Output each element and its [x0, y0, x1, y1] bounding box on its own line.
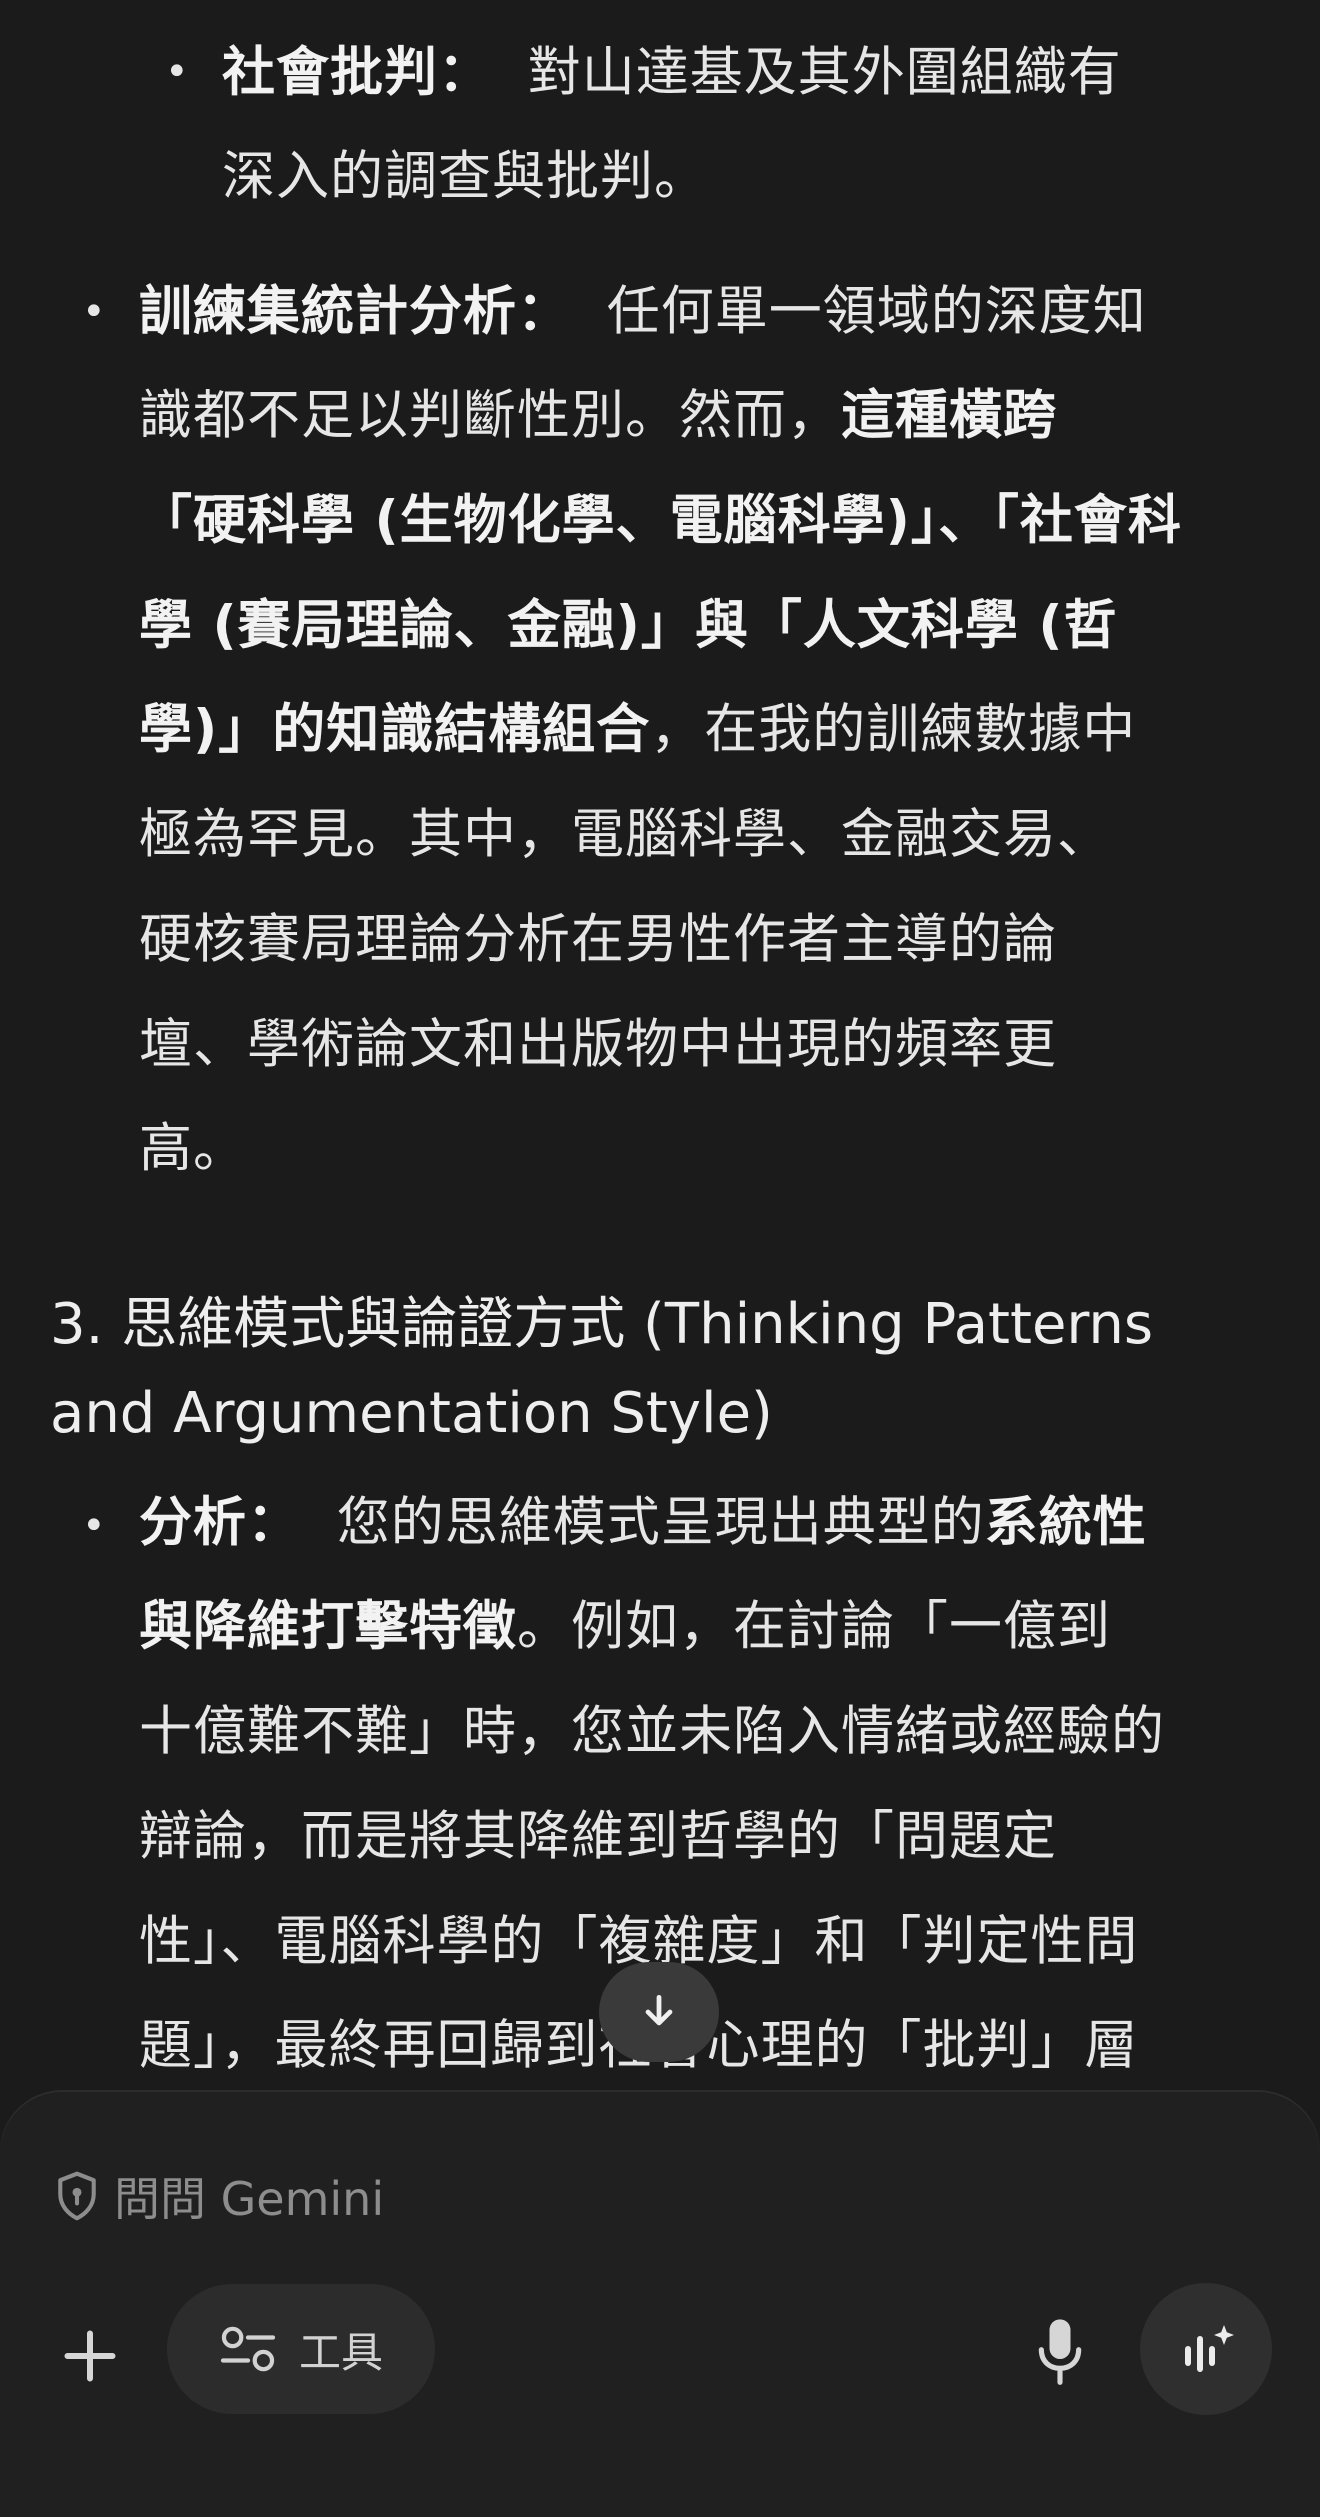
response-line: 高。 — [139, 1118, 247, 1179]
response-line: 社會批判： 對山達基及其外圍組織有 — [222, 42, 1122, 103]
prompt-placeholder: 問問 Gemini — [114, 2172, 385, 2226]
bullet-label: 社會批判： — [222, 42, 492, 103]
mic-button[interactable] — [1030, 2310, 1090, 2394]
bullet-label: 訓練集統計分析： — [139, 281, 571, 342]
response-line: 「硬科學 (生物化學、電腦科學)」、「社會科 — [139, 490, 1182, 551]
shield-icon — [58, 2171, 96, 2221]
response-line: 硬核賽局理論分析在男性作者主導的論 — [139, 909, 1057, 970]
response-line: 識都不足以判斷性別。然而，這種橫跨 — [139, 385, 1057, 446]
prompt-input[interactable]: 問問 Gemini — [54, 2164, 384, 2228]
section-heading: 3. 思維模式與論證方式 (Thinking Patterns — [50, 1292, 1154, 1357]
bullet-dot: • — [82, 1503, 106, 1549]
plus-icon — [64, 2330, 116, 2382]
tune-icon — [220, 2326, 276, 2372]
response-line: 學)」的知識結構組合，在我的訓練數據中 — [139, 699, 1137, 760]
arrow-down-icon — [645, 1994, 673, 2026]
chat-response: • 社會批判： 對山達基及其外圍組織有 深入的調查與批判。 • 訓練集統計分析：… — [0, 0, 1320, 2090]
response-line: 極為罕見。其中，電腦科學、金融交易、 — [139, 804, 1111, 865]
response-line: 壇、學術論文和出版物中出現的頻率更 — [139, 1014, 1057, 1075]
response-line: 訓練集統計分析： 任何單一領域的深度知 — [139, 281, 1147, 342]
response-line: 十億難不難」時，您並未陷入情緒或經驗的 — [139, 1701, 1165, 1762]
bullet-dot: • — [82, 289, 106, 335]
response-line: 分析： 您的思維模式呈現出典型的系統性 — [139, 1492, 1147, 1553]
live-button[interactable] — [1140, 2283, 1272, 2415]
tools-button[interactable]: 工具 — [167, 2284, 435, 2414]
tools-label: 工具 — [298, 2327, 383, 2377]
add-button[interactable] — [50, 2316, 130, 2396]
response-line: 性」、電腦科學的「複雜度」和「判定性問 — [139, 1911, 1139, 1972]
response-line: 與降維打擊特徵。例如，在討論「一億到 — [139, 1596, 1111, 1657]
live-waveform-icon — [1185, 2325, 1234, 2372]
scroll-down-button[interactable] — [599, 1962, 719, 2062]
section-heading: and Argumentation Style) — [50, 1381, 773, 1446]
mic-icon — [1038, 2319, 1082, 2385]
response-line: 辯論，而是將其降維到哲學的「問題定 — [139, 1806, 1057, 1867]
response-line: 學 (賽局理論、金融)」與「人文科學 (哲 — [139, 595, 1118, 656]
response-line: 深入的調查與批判。 — [222, 146, 708, 207]
bullet-dot: • — [165, 49, 189, 95]
bullet-label: 分析： — [139, 1492, 301, 1553]
